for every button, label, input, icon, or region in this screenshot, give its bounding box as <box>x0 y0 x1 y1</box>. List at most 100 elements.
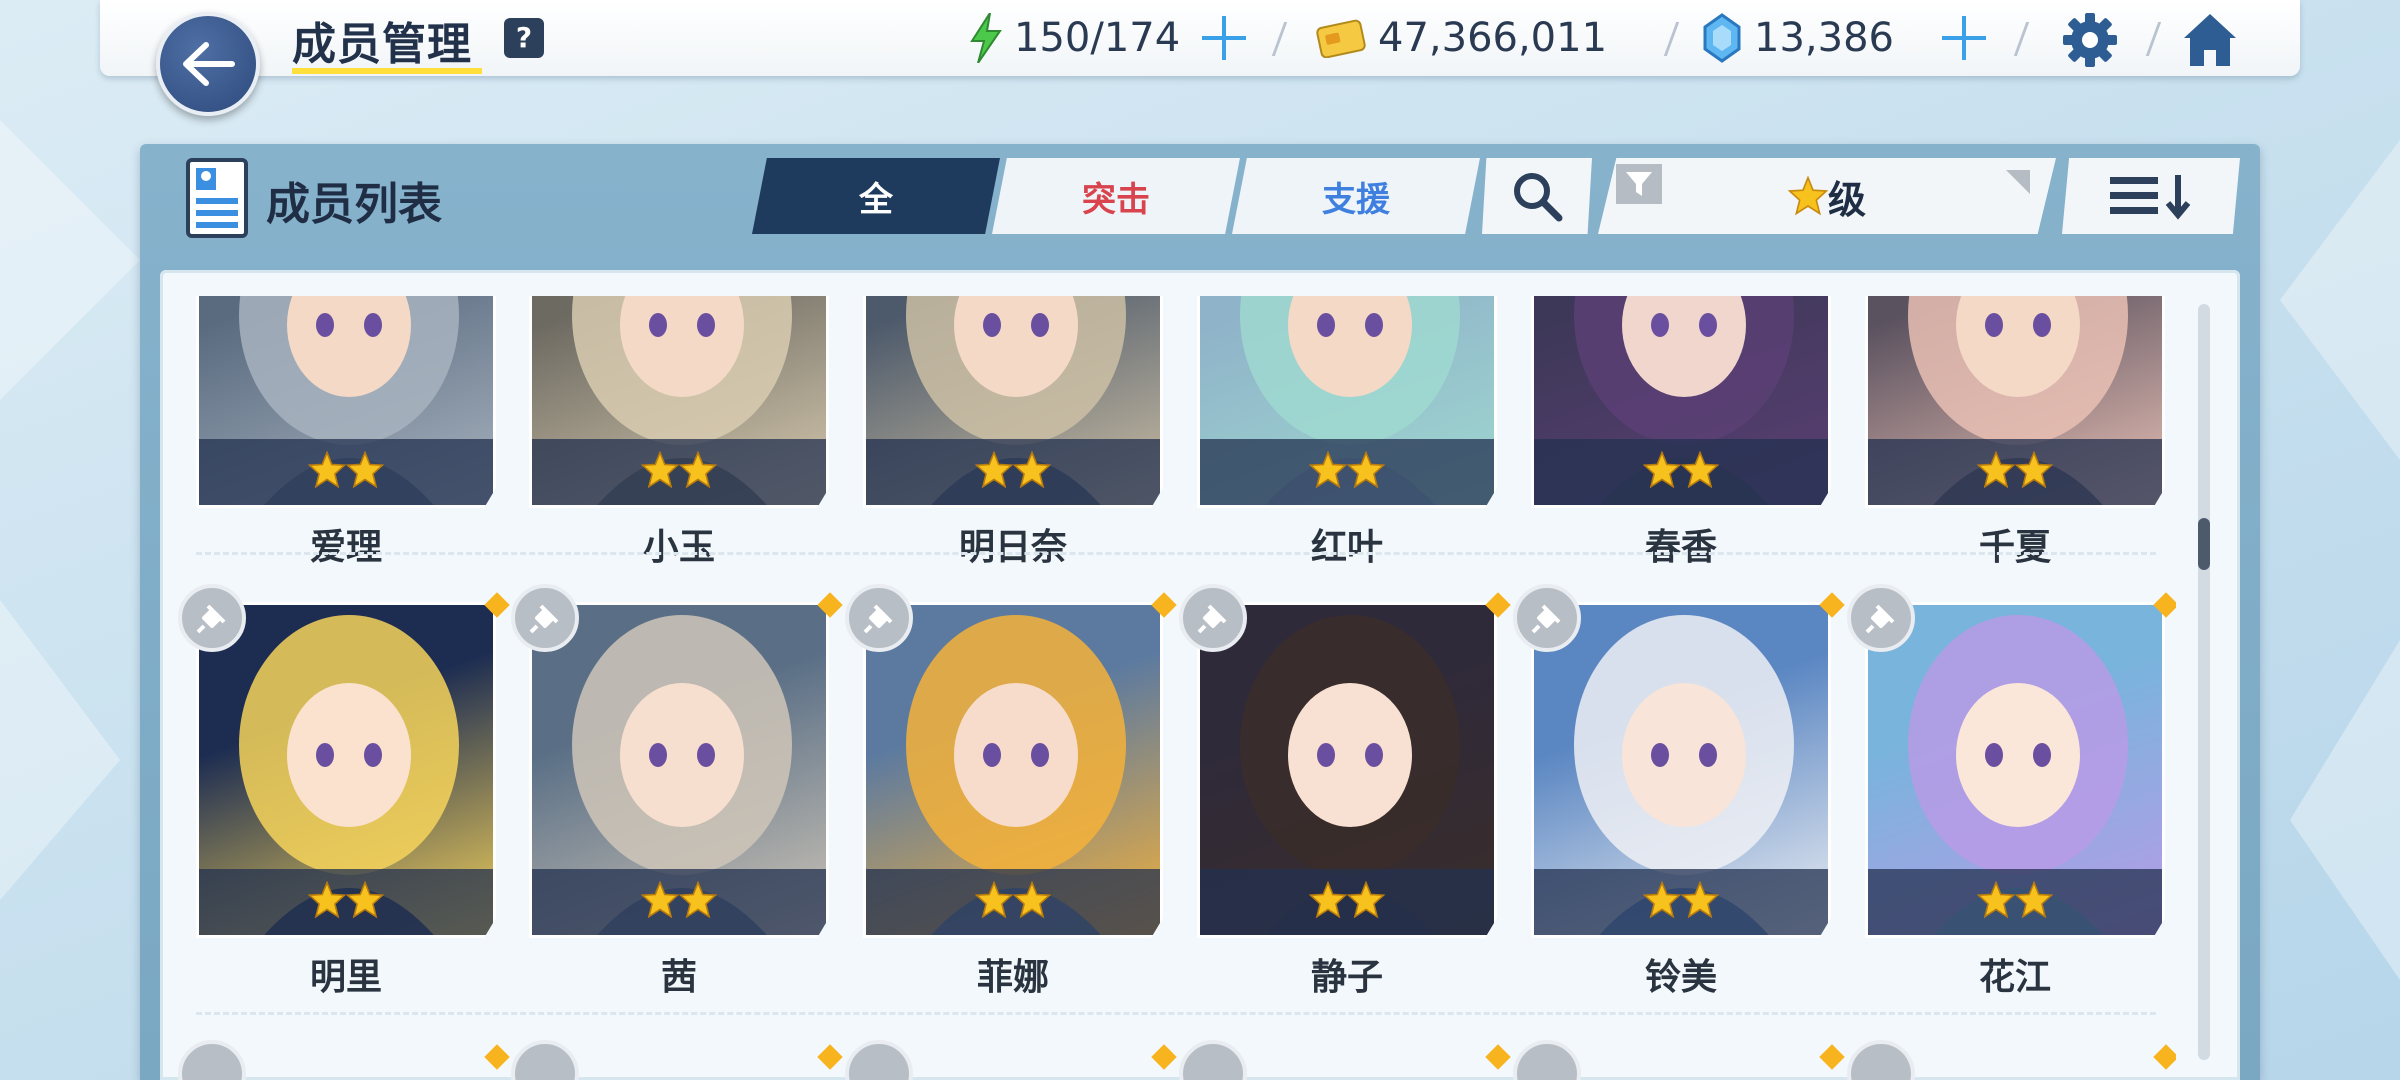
pin-icon[interactable] <box>178 1040 246 1080</box>
star-icon <box>1642 450 1682 493</box>
star-icon <box>1346 450 1386 493</box>
scrollbar-thumb[interactable] <box>2198 518 2210 570</box>
home-icon[interactable] <box>2180 10 2240 70</box>
star-icon <box>1680 880 1720 923</box>
member-portrait <box>1865 296 2165 508</box>
member-name: 花江 <box>1978 957 2051 998</box>
star-icon <box>974 450 1014 493</box>
member-portrait <box>1197 602 1497 938</box>
new-indicator-dot <box>1819 1044 1845 1070</box>
dropdown-corner-icon <box>2006 170 2030 194</box>
member-portrait <box>1531 296 1831 508</box>
member-portrait <box>1865 602 2165 938</box>
rarity-bar <box>1868 439 2162 505</box>
panel-title: 成员列表 <box>266 179 442 230</box>
star-icon <box>678 880 718 923</box>
sort-descending-icon <box>2110 175 2191 220</box>
pin-icon[interactable] <box>1847 1040 1915 1080</box>
member-portrait <box>529 296 829 508</box>
help-button[interactable]: ? <box>504 18 544 58</box>
credit-card-icon <box>1316 19 1366 58</box>
star-icon <box>1787 176 1828 216</box>
rarity-bar <box>866 439 1160 505</box>
star-icon <box>345 880 385 923</box>
new-indicator-dot <box>1151 1044 1177 1070</box>
star-icon <box>2014 450 2054 493</box>
star-icon <box>1012 450 1052 493</box>
star-icon <box>640 880 680 923</box>
new-indicator-dot <box>817 1044 843 1070</box>
star-icon <box>1976 450 2016 493</box>
member-grid: 爱理 小玉 明日奈 红叶 春香 千夏 明里 茜 菲娜 静子 铃美 花江 <box>176 296 2176 1080</box>
member-portrait <box>196 296 496 508</box>
new-indicator-dot <box>1485 1044 1511 1070</box>
title-underline <box>292 68 482 74</box>
member-portrait <box>863 602 1163 938</box>
member-name: 明里 <box>309 957 382 998</box>
pin-icon[interactable] <box>511 584 579 652</box>
page-title: 成员管理 <box>292 19 472 70</box>
member-name: 千夏 <box>1978 527 2051 568</box>
pin-icon[interactable] <box>1513 584 1581 652</box>
tab-all[interactable]: 全 <box>752 158 1000 234</box>
rarity-bar <box>1534 439 1828 505</box>
member-name: 静子 <box>1310 957 1383 998</box>
star-icon <box>1308 450 1348 493</box>
member-name: 铃美 <box>1644 957 1717 998</box>
star-icon <box>1346 880 1386 923</box>
pin-icon[interactable] <box>1179 1040 1247 1080</box>
sort-order-button[interactable] <box>2062 158 2240 234</box>
pin-icon[interactable] <box>1847 584 1915 652</box>
sort-dropdown[interactable]: 级 <box>1598 158 2056 234</box>
pin-icon[interactable] <box>178 584 246 652</box>
star-icon <box>678 450 718 493</box>
pin-icon[interactable] <box>511 1040 579 1080</box>
pin-icon[interactable] <box>845 584 913 652</box>
star-icon <box>345 450 385 493</box>
member-portrait <box>1531 602 1831 938</box>
scrollbar-track[interactable] <box>2198 304 2210 1060</box>
star-icon <box>1012 880 1052 923</box>
add-ap-button[interactable] <box>1200 14 1248 62</box>
gem-icon <box>1703 13 1741 63</box>
ap-value: 150/174 <box>1014 15 1181 61</box>
search-button[interactable] <box>1482 158 1592 234</box>
filter-funnel-icon <box>1616 164 1662 204</box>
tab-support[interactable]: 支援 <box>1232 158 1480 234</box>
member-portrait <box>863 296 1163 508</box>
star-icon <box>1976 880 2016 923</box>
sort-label: 级 <box>1787 169 1866 224</box>
new-indicator-dot <box>484 1044 510 1070</box>
pin-icon[interactable] <box>1513 1040 1581 1080</box>
star-icon <box>307 450 347 493</box>
star-icon <box>1308 880 1348 923</box>
add-gems-button[interactable] <box>1940 14 1988 62</box>
pin-icon[interactable] <box>1179 584 1247 652</box>
credits-counter: 47,366,011 <box>1316 10 1607 66</box>
sort-label-text: 级 <box>1827 177 1866 222</box>
rarity-bar <box>1200 439 1494 505</box>
star-icon <box>1642 880 1682 923</box>
star-icon <box>2014 880 2054 923</box>
star-icon <box>1680 450 1720 493</box>
tab-assault[interactable]: 突击 <box>992 158 1240 234</box>
new-indicator-dot <box>2153 1044 2176 1070</box>
member-portrait <box>1197 296 1497 508</box>
member-list-icon <box>186 158 248 238</box>
member-name: 红叶 <box>1310 527 1383 568</box>
rarity-bar <box>532 869 826 935</box>
member-name: 茜 <box>660 957 697 998</box>
gems-counter: 13,386 <box>1702 10 1894 66</box>
rarity-bar <box>1868 869 2162 935</box>
row-divider <box>196 552 2156 555</box>
settings-gear-icon[interactable] <box>2060 10 2120 70</box>
ap-counter: 150/174 <box>970 10 1180 66</box>
member-name: 小玉 <box>642 527 715 568</box>
star-icon <box>640 450 680 493</box>
rarity-bar <box>199 869 493 935</box>
pin-icon[interactable] <box>845 1040 913 1080</box>
back-button[interactable] <box>156 12 260 116</box>
member-portrait <box>529 602 829 938</box>
rarity-bar <box>199 439 493 505</box>
member-portrait <box>196 602 496 938</box>
